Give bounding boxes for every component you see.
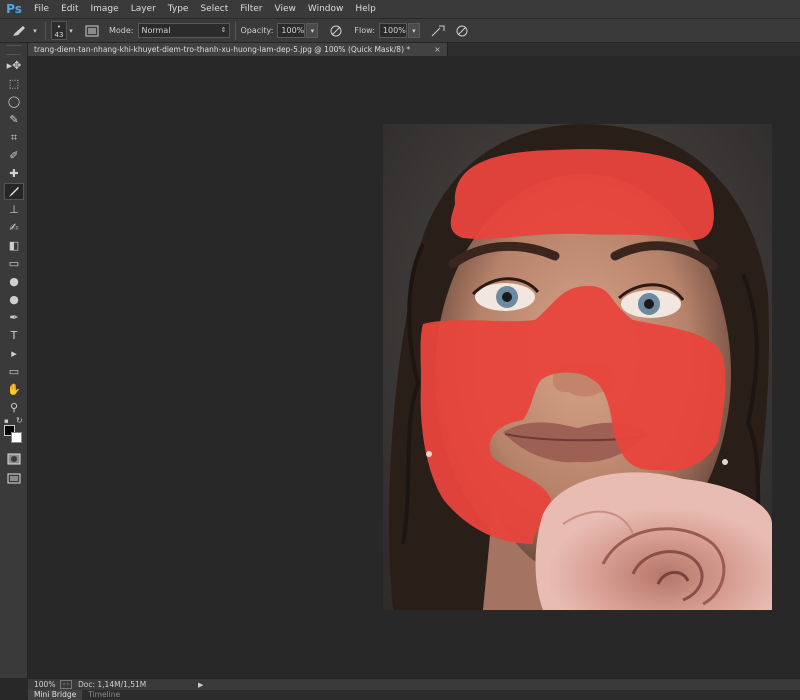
mode-dropdown[interactable]: Normal ⇕ — [137, 23, 230, 38]
close-tab-icon[interactable]: × — [434, 43, 441, 56]
pressure-size-icon[interactable] — [450, 24, 474, 38]
color-swatches: ▪ ↻ — [4, 416, 26, 446]
eyedropper-tool-icon[interactable]: ✐ — [4, 147, 24, 164]
menu-view[interactable]: View — [269, 0, 302, 18]
mode-label: Mode: — [109, 26, 134, 35]
swap-colors-icon[interactable]: ↻ — [16, 416, 23, 425]
menu-image[interactable]: Image — [85, 0, 125, 18]
tab-timeline[interactable]: Timeline — [82, 690, 126, 700]
options-bar: ▾ • 43 ▾ Mode: Normal ⇕ Opacity: 100% ▾ … — [0, 18, 800, 43]
crop-tool-icon[interactable]: ⌗ — [4, 129, 24, 146]
type-tool-icon[interactable]: T — [4, 327, 24, 344]
screen-mode-icon[interactable] — [4, 469, 24, 486]
marquee-tool-icon[interactable]: ⬚ — [4, 75, 24, 92]
spot-healing-tool-icon[interactable]: ✚ — [4, 165, 24, 182]
portrait-with-quick-mask — [383, 124, 772, 610]
mode-dropdown-icon: ⇕ — [220, 26, 227, 34]
photoshop-logo: Ps — [6, 2, 22, 16]
flow-label: Flow: — [354, 26, 375, 35]
menu-layer[interactable]: Layer — [125, 0, 162, 18]
bottom-panel-tabs: Mini Bridge Timeline — [28, 690, 800, 700]
opacity-label: Opacity: — [240, 26, 274, 35]
path-selection-tool-icon[interactable]: ▸ — [4, 345, 24, 362]
panel-grip[interactable] — [6, 45, 21, 55]
rectangle-tool-icon[interactable]: ▭ — [4, 363, 24, 380]
flow-slider-button[interactable]: ▾ — [407, 23, 420, 38]
hand-tool-icon[interactable]: ✋ — [4, 381, 24, 398]
brush-preset-dropdown-icon[interactable]: ▾ — [30, 27, 40, 35]
document-size-info: Doc: 1,14M/1,51M — [78, 680, 147, 689]
menu-help[interactable]: Help — [349, 0, 382, 18]
opacity-value: 100% — [281, 26, 305, 35]
brush-preset-icon[interactable] — [8, 24, 30, 38]
quick-selection-tool-icon[interactable]: ✎ — [4, 111, 24, 128]
menu-type[interactable]: Type — [162, 0, 195, 18]
document-image[interactable] — [383, 124, 772, 610]
divider — [45, 21, 46, 40]
brush-size-dropdown-icon[interactable]: ▾ — [67, 27, 75, 35]
flow-field[interactable]: 100% — [378, 23, 407, 38]
quick-mask-icon[interactable] — [4, 450, 24, 467]
menu-edit[interactable]: Edit — [55, 0, 84, 18]
document-tab[interactable]: trang-diem-tan-nhang-khi-khuyet-diem-tro… — [28, 43, 448, 56]
tools-panel: ▸✥ ⬚ ◯ ✎ ⌗ ✐ ✚ ⊥ ✍ ◧ ▭ ● ● ✒ T ▸ ▭ ✋ ⚲ ▪… — [0, 43, 28, 678]
menu-select[interactable]: Select — [194, 0, 234, 18]
history-brush-tool-icon[interactable]: ✍ — [4, 219, 24, 236]
divider — [234, 21, 236, 40]
eraser-tool-icon[interactable]: ◧ — [4, 237, 24, 254]
menu-filter[interactable]: Filter — [234, 0, 268, 18]
brush-dot-icon: • — [56, 22, 62, 31]
flow-value: 100% — [382, 26, 406, 35]
pen-tool-icon[interactable]: ✒ — [4, 309, 24, 326]
brush-size-picker[interactable]: • 43 — [51, 21, 67, 40]
clone-stamp-tool-icon[interactable]: ⊥ — [4, 201, 24, 218]
move-tool-icon[interactable]: ▸✥ — [4, 57, 24, 74]
mode-value: Normal — [141, 26, 171, 35]
canvas-area[interactable] — [28, 56, 800, 678]
blur-tool-icon[interactable]: ● — [4, 273, 24, 290]
lasso-tool-icon[interactable]: ◯ — [4, 93, 24, 110]
airbrush-icon[interactable] — [426, 24, 450, 38]
brush-panel-toggle-icon[interactable] — [81, 25, 103, 37]
tab-mini-bridge[interactable]: Mini Bridge — [28, 690, 83, 700]
document-title: trang-diem-tan-nhang-khi-khuyet-diem-tro… — [34, 45, 411, 54]
pressure-opacity-icon[interactable] — [324, 24, 348, 38]
status-menu-arrow-icon[interactable]: ▶ — [198, 681, 203, 689]
menu-bar: Ps File Edit Image Layer Type Select Fil… — [0, 0, 800, 18]
status-bar: 100% ◦◦ Doc: 1,14M/1,51M ▶ — [28, 678, 800, 690]
dodge-tool-icon[interactable]: ● — [4, 291, 24, 308]
brush-size-value: 43 — [54, 30, 64, 39]
background-color-swatch[interactable] — [11, 432, 22, 443]
document-info-icon[interactable]: ◦◦ — [60, 680, 72, 689]
opacity-field[interactable]: 100% — [277, 23, 306, 38]
menu-file[interactable]: File — [28, 0, 55, 18]
zoom-level-field[interactable]: 100% — [28, 680, 58, 689]
opacity-slider-button[interactable]: ▾ — [306, 23, 319, 38]
default-colors-icon[interactable]: ▪ — [4, 417, 9, 425]
gradient-tool-icon[interactable]: ▭ — [4, 255, 24, 272]
menu-window[interactable]: Window — [302, 0, 350, 18]
document-tab-bar: trang-diem-tan-nhang-khi-khuyet-diem-tro… — [28, 43, 800, 56]
brush-tool-icon[interactable] — [4, 183, 24, 200]
zoom-tool-icon[interactable]: ⚲ — [4, 399, 24, 416]
